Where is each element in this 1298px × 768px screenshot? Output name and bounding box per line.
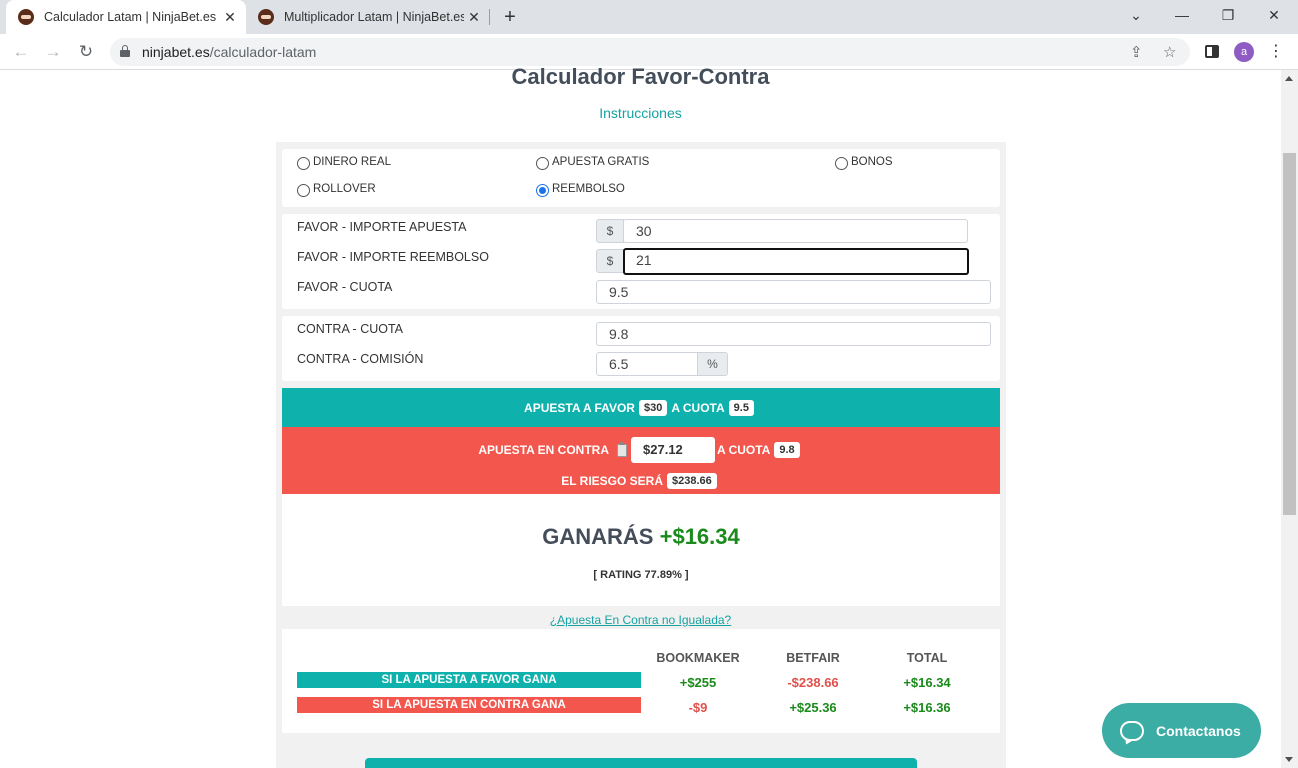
profit-amount: +$16.34	[659, 524, 740, 549]
contra-bar-text: APUESTA EN CONTRA	[478, 443, 610, 457]
favor-refund-label: FAVOR - IMPORTE REEMBOLSO	[297, 250, 489, 264]
contra-odds-input[interactable]: 9.8	[596, 322, 991, 346]
col-header-betfair: BETFAIR	[786, 651, 840, 665]
cell-favor-bookmaker: +$255	[679, 675, 717, 690]
col-header-total: TOTAL	[906, 651, 948, 665]
menu-kebab-icon[interactable]: ⋮	[1264, 40, 1288, 64]
page-title: Calculador Favor-Contra	[511, 64, 770, 89]
scrollbar-thumb[interactable]	[1283, 153, 1296, 515]
favor-odds-badge: 9.5	[728, 399, 754, 416]
profit-label: GANARÁS	[542, 524, 654, 549]
risk-text: EL RIESGO SERÁ	[561, 474, 664, 488]
favor-stake-label: FAVOR - IMPORTE APUESTA	[297, 220, 467, 234]
favor-odds-label: FAVOR - CUOTA	[297, 280, 393, 294]
favor-bar-odds-text: A CUOTA	[671, 400, 725, 415]
close-icon[interactable]: ✕	[220, 9, 240, 26]
tab-separator	[489, 9, 490, 25]
radio-bonos[interactable]: BONOS	[835, 154, 893, 170]
radio-button[interactable]	[536, 157, 549, 170]
favor-odds-input[interactable]: 9.5	[596, 280, 991, 304]
favor-refund-input[interactable]: 21	[623, 248, 969, 275]
tab-bar: Calculador Latam | NinjaBet.es ✕ Multipl…	[0, 0, 1298, 34]
side-panel-icon[interactable]	[1205, 45, 1219, 58]
scroll-up-arrow-icon[interactable]	[1285, 76, 1293, 81]
summary-table: BOOKMAKER BETFAIR TOTAL SI LA APUESTA A …	[282, 629, 1000, 733]
reload-icon[interactable]: ↻	[74, 40, 98, 64]
radio-apuesta-gratis[interactable]: APUESTA GRATIS	[536, 154, 649, 170]
favor-summary-bar: APUESTA A FAVOR $30 A CUOTA 9.5	[282, 388, 1000, 427]
favor-stake-input[interactable]: 30	[623, 219, 968, 243]
profit-line: GANARÁS +$16.34	[282, 524, 1000, 550]
radio-reembolso[interactable]: REEMBOLSO	[536, 181, 625, 197]
share-icon[interactable]: ⇪	[1130, 43, 1143, 61]
lock-icon	[120, 45, 130, 57]
chat-bubble-icon	[1120, 720, 1144, 741]
cell-contra-bookmaker: -$9	[688, 700, 708, 715]
radio-dinero-real[interactable]: DINERO REAL	[297, 154, 391, 170]
tab-title: Calculador Latam | NinjaBet.es	[44, 10, 217, 24]
bookmark-star-icon[interactable]: ☆	[1163, 43, 1176, 61]
favor-bar-text: APUESTA A FAVOR	[524, 400, 635, 415]
cell-contra-betfair: +$25.36	[789, 700, 837, 715]
cell-contra-total: +$16.36	[903, 700, 951, 715]
tab-multiplicador[interactable]: Multiplicador Latam | NinjaBet.es ✕	[246, 0, 490, 34]
ninjabet-favicon-icon	[18, 9, 34, 25]
tab-search-icon[interactable]: ⌄	[1113, 0, 1159, 30]
contra-commission-input[interactable]: 6.5	[596, 352, 698, 376]
radio-button[interactable]	[297, 184, 310, 197]
rating-text: [ RATING 77.89% ]	[593, 569, 689, 581]
radio-button[interactable]	[835, 157, 848, 170]
contra-commission-suffix: %	[697, 352, 728, 376]
ninjabet-favicon-icon	[258, 9, 274, 25]
cell-favor-total: +$16.34	[903, 675, 951, 690]
risk-badge: $238.66	[667, 473, 717, 489]
radio-button[interactable]	[297, 157, 310, 170]
copy-clipboard-icon[interactable]	[617, 441, 628, 457]
result-card: GANARÁS +$16.34 [ RATING 77.89% ]	[282, 494, 1000, 606]
profile-avatar[interactable]: a	[1234, 42, 1254, 62]
tab-calculador[interactable]: Calculador Latam | NinjaBet.es ✕	[6, 0, 246, 34]
address-bar[interactable]: ninjabet.es/calculador-latam ⇪ ☆	[110, 38, 1190, 66]
favor-refund-prefix: $	[596, 249, 624, 273]
favor-stake-prefix: $	[596, 219, 624, 243]
contra-stake-field[interactable]: $27.12	[631, 437, 716, 463]
scroll-down-arrow-icon[interactable]	[1285, 757, 1293, 762]
minimize-icon[interactable]: —	[1159, 0, 1205, 30]
radio-button-checked[interactable]	[536, 184, 549, 197]
contact-button[interactable]: Contactanos	[1102, 703, 1261, 758]
radio-rollover[interactable]: ROLLOVER	[297, 181, 376, 197]
restore-icon[interactable]: ❐	[1205, 0, 1251, 30]
contra-bar-odds-text: A CUOTA	[717, 443, 771, 457]
window-close-icon[interactable]: ✕	[1251, 0, 1297, 30]
contra-odds-label: CONTRA - CUOTA	[297, 322, 404, 336]
close-icon[interactable]: ✕	[464, 9, 484, 26]
row-label-contra-wins: SI LA APUESTA EN CONTRA GANA	[297, 697, 641, 713]
contact-label: Contactanos	[1156, 722, 1241, 739]
new-tab-button[interactable]: +	[498, 5, 522, 29]
col-header-bookmaker: BOOKMAKER	[656, 651, 740, 665]
forward-icon[interactable]: →	[41, 40, 65, 64]
contra-odds-badge: 9.8	[774, 442, 800, 458]
url-text: ninjabet.es/calculador-latam	[142, 44, 317, 60]
contra-summary-bar: APUESTA EN CONTRA $27.12 A CUOTA 9.8 EL …	[282, 427, 1000, 494]
unmatched-lay-link[interactable]: ¿Apuesta En Contra no Igualada?	[0, 613, 1281, 627]
tab-title: Multiplicador Latam | NinjaBet.es	[284, 10, 464, 24]
bottom-action-button[interactable]	[365, 758, 917, 768]
back-icon[interactable]: ←	[9, 40, 33, 64]
cell-favor-betfair: -$238.66	[787, 675, 839, 690]
favor-stake-badge: $30	[638, 399, 668, 416]
row-label-favor-wins: SI LA APUESTA A FAVOR GANA	[297, 672, 641, 688]
contra-commission-label: CONTRA - COMISIÓN	[297, 352, 424, 366]
instructions-link[interactable]: Instrucciones	[0, 105, 1281, 121]
